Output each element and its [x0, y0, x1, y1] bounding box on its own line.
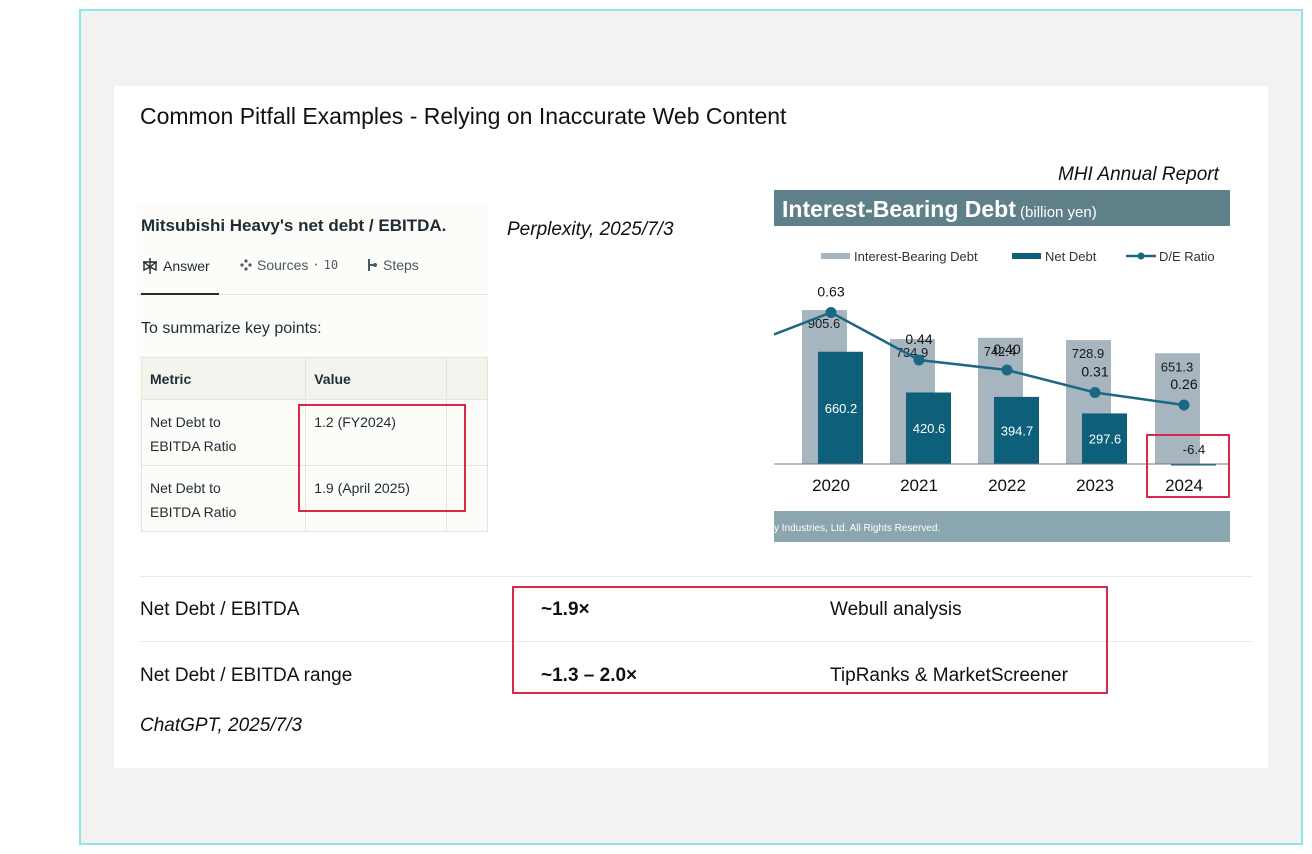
column-header-value: Value	[305, 357, 448, 400]
column-header-cut	[446, 357, 488, 400]
summary-text: To summarize key points:	[141, 320, 322, 337]
legend-marker-ratio	[1137, 252, 1145, 260]
tab-steps-label: Steps	[383, 257, 419, 273]
mhi-caption: MHI Annual Report	[1058, 164, 1219, 185]
highlight-box-mhi-2024	[1146, 434, 1230, 498]
perplexity-question: Mitsubishi Heavy's net debt / EBITDA.	[141, 216, 447, 235]
x-tick-label: 2021	[900, 476, 938, 495]
chatgpt-row-label: Net Debt / EBITDA range	[140, 665, 353, 686]
table-top-rule	[140, 576, 1252, 577]
tab-answer[interactable]: Answer	[141, 257, 210, 275]
sources-count: 10	[323, 258, 339, 272]
de-ratio-point	[913, 354, 925, 366]
chart-footer-text: y Industries, Ltd. All Rights Reserved.	[774, 523, 940, 534]
perplexity-logo-icon	[143, 258, 157, 274]
legend-label: Interest-Bearing Debt	[854, 249, 978, 264]
table-header-row: Metric Value	[140, 357, 488, 400]
x-tick-label: 2020	[812, 476, 850, 495]
de-ratio-point	[1178, 399, 1190, 411]
slide-title: Common Pitfall Examples - Relying on Ina…	[140, 103, 787, 129]
perplexity-caption: Perplexity, 2025/7/3	[507, 219, 674, 240]
de-ratio-label: 0.63	[817, 284, 844, 300]
steps-icon	[368, 259, 377, 271]
bar-label-net: 660.2	[825, 401, 858, 416]
row-metric: Net Debt to EBITDA Ratio	[140, 465, 307, 532]
bar-label-gross: 728.9	[1072, 346, 1105, 361]
de-ratio-point	[1001, 364, 1013, 376]
tab-steps[interactable]: Steps	[367, 257, 419, 273]
tab-answer-label: Answer	[163, 258, 210, 274]
column-header-metric: Metric	[140, 357, 307, 400]
x-tick-label: 2023	[1076, 476, 1114, 495]
chatgpt-caption: ChatGPT, 2025/7/3	[140, 715, 302, 736]
row-metric: Net Debt to EBITDA Ratio	[140, 399, 307, 466]
bar-label-net: 394.7	[1001, 423, 1034, 438]
active-tab-indicator	[141, 293, 219, 295]
bar-label-net: 297.6	[1089, 432, 1122, 447]
de-ratio-label: 0.26	[1170, 376, 1197, 392]
x-tick-label: 2022	[988, 476, 1026, 495]
chatgpt-row-label: Net Debt / EBITDA	[140, 599, 300, 620]
tab-sources-label: Sources	[257, 257, 309, 273]
de-ratio-label: 0.31	[1081, 364, 1108, 380]
de-ratio-point	[1089, 387, 1101, 398]
legend-swatch-gross	[821, 253, 850, 259]
legend-swatch-net	[1012, 253, 1041, 259]
de-ratio-point	[825, 307, 837, 318]
highlight-box-chatgpt	[512, 586, 1108, 694]
legend-label: Net Debt	[1045, 249, 1097, 264]
legend-label: D/E Ratio	[1159, 249, 1215, 264]
tab-sources[interactable]: Sources · 10	[239, 257, 338, 273]
de-ratio-label: 0.40	[993, 341, 1020, 357]
sources-icon	[240, 259, 252, 271]
de-ratio-label: 0.44	[905, 331, 932, 347]
bar-label-net: 420.6	[913, 421, 946, 436]
highlight-box-perplexity	[298, 404, 466, 512]
bar-label-gross: 651.3	[1161, 359, 1194, 374]
